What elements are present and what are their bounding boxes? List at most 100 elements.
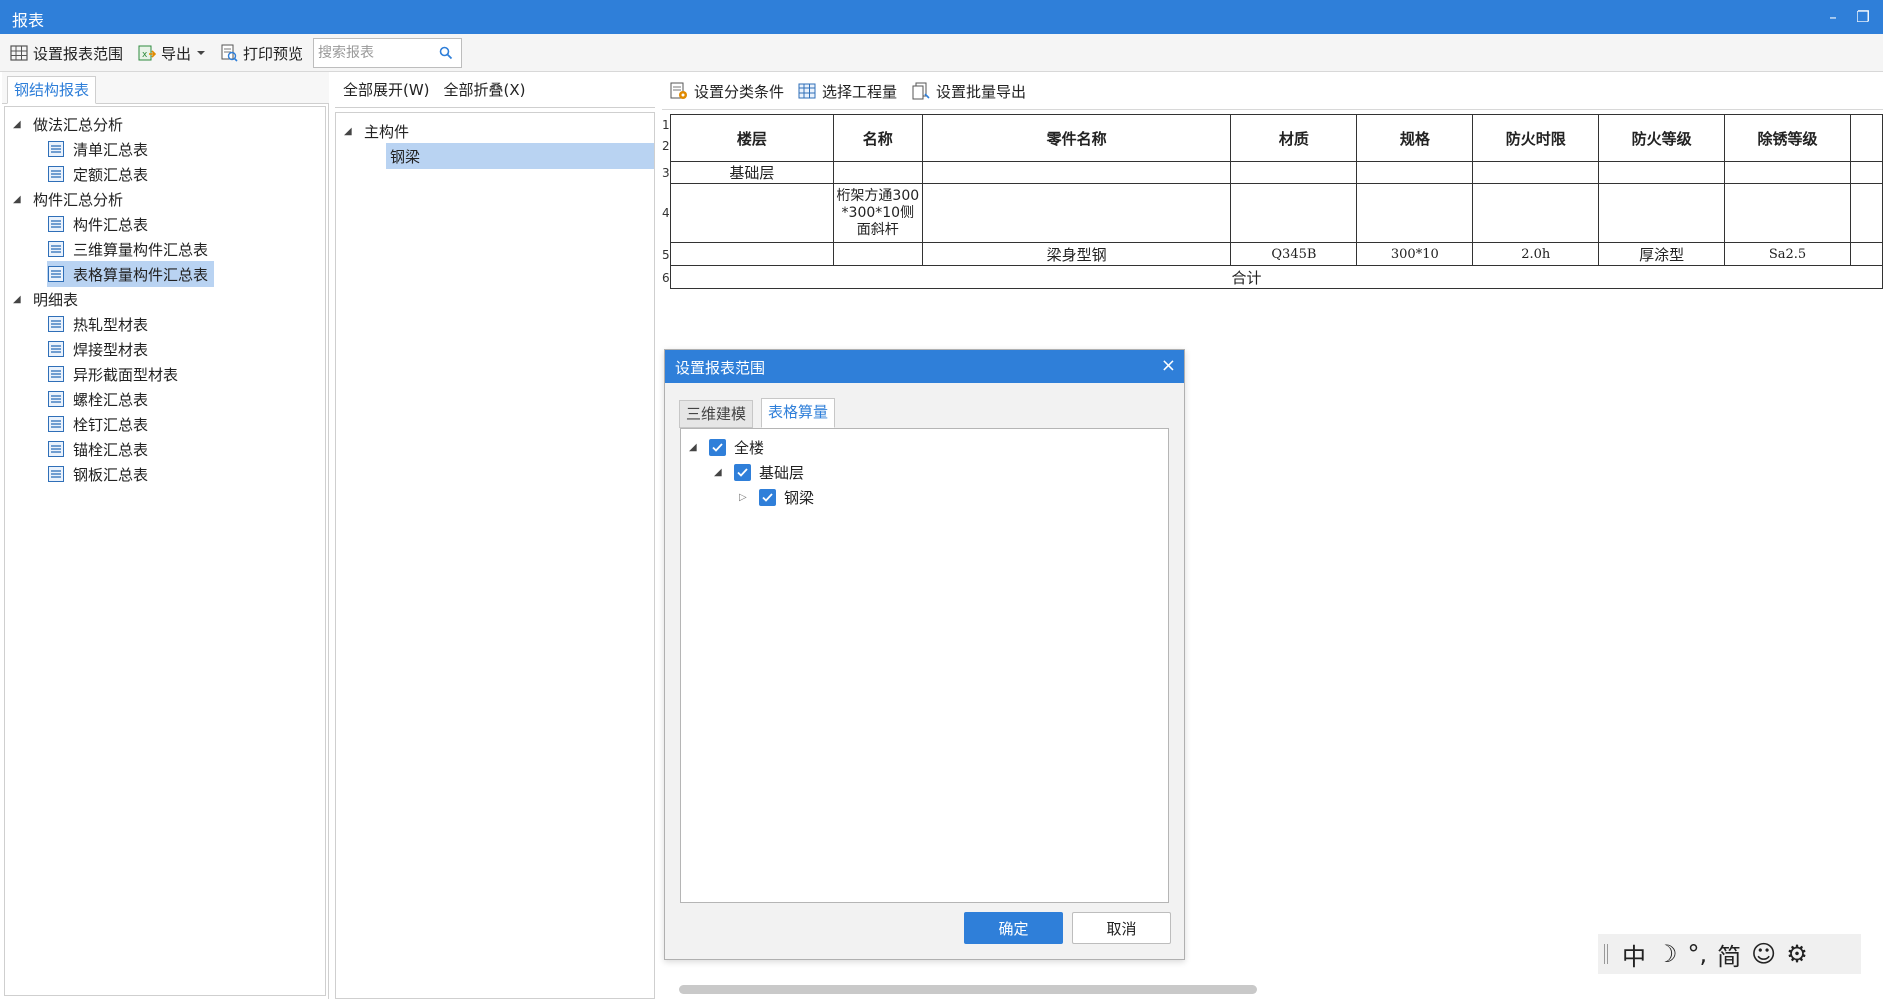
tree-item-anchor-summary[interactable]: 锚栓汇总表: [47, 436, 148, 462]
range-node-foundation[interactable]: ◢ 基础层: [714, 459, 804, 485]
range-node-whole-building[interactable]: ◢ 全楼: [689, 434, 764, 460]
cell-material[interactable]: Q345B: [1230, 242, 1358, 266]
ime-drag-handle[interactable]: [1604, 944, 1608, 964]
table-row: 基础层: [670, 161, 1883, 184]
cell[interactable]: [1356, 161, 1474, 184]
batch-export-button[interactable]: 设置批量导出: [912, 80, 1026, 102]
header-cell[interactable]: [1849, 114, 1883, 162]
tree-item-quota-summary[interactable]: 定额汇总表: [47, 161, 148, 187]
header-cell[interactable]: 规格: [1356, 114, 1474, 162]
restore-button[interactable]: ❐: [1850, 4, 1876, 30]
cell[interactable]: [1724, 183, 1851, 243]
expanded-caret-icon[interactable]: ◢: [689, 442, 699, 453]
tree-group-component-summary[interactable]: ◢ 构件汇总分析: [13, 186, 123, 212]
cell[interactable]: [670, 242, 834, 266]
header-cell[interactable]: 名称: [832, 114, 923, 162]
tree-node-label: 钢梁: [390, 147, 421, 166]
cell-fire-time[interactable]: 2.0h: [1472, 242, 1600, 266]
tree-item-3d-component-summary[interactable]: 三维算量构件汇总表: [47, 236, 208, 262]
ime-simplified-button[interactable]: 简: [1717, 937, 1741, 972]
header-cell[interactable]: 楼层: [670, 114, 834, 162]
tree-item-bill-summary[interactable]: 清单汇总表: [47, 136, 148, 162]
cell[interactable]: [1230, 161, 1358, 184]
select-quantity-button[interactable]: 选择工程量: [798, 80, 897, 102]
cell-floor[interactable]: 基础层: [670, 161, 834, 184]
minimize-button[interactable]: –: [1820, 4, 1846, 30]
tree-item-plate-summary[interactable]: 钢板汇总表: [47, 461, 148, 487]
ime-punctuation-button[interactable]: °,: [1688, 940, 1708, 968]
export-button[interactable]: x 导出: [138, 42, 206, 64]
expanded-caret-icon[interactable]: ◢: [344, 126, 354, 137]
search-icon[interactable]: [439, 46, 453, 60]
header-cell[interactable]: 零件名称: [921, 114, 1232, 162]
range-node-steel-beam[interactable]: ▷ 钢梁: [739, 484, 814, 510]
header-cell[interactable]: 防火时限: [1472, 114, 1600, 162]
ime-emoji-icon[interactable]: ☺: [1751, 940, 1776, 968]
tree-item-hot-rolled[interactable]: 热轧型材表: [47, 311, 148, 337]
set-category-button[interactable]: 设置分类条件: [670, 80, 784, 102]
tab-steel-structure-reports[interactable]: 钢结构报表: [7, 76, 97, 104]
tree-group-detail-tables[interactable]: ◢ 明细表: [13, 286, 78, 312]
cell[interactable]: [1849, 161, 1883, 184]
cell[interactable]: [1724, 161, 1851, 184]
tree-item-component-summary[interactable]: 构件汇总表: [47, 211, 148, 237]
set-report-range-button[interactable]: 设置报表范围: [10, 42, 123, 64]
cell[interactable]: [1356, 183, 1474, 243]
collapsed-caret-icon[interactable]: ▷: [739, 492, 749, 503]
cell[interactable]: [921, 183, 1232, 243]
header-cell[interactable]: 防火等级: [1598, 114, 1726, 162]
tree-item-stud-summary[interactable]: 栓钉汇总表: [47, 411, 148, 437]
horizontal-scrollbar[interactable]: [679, 985, 1257, 994]
tab-3d-modeling[interactable]: 三维建模: [679, 400, 754, 428]
checkbox-checked-icon[interactable]: [734, 463, 751, 481]
grid-table-icon: [798, 83, 816, 99]
close-icon[interactable]: ×: [1161, 355, 1176, 377]
tree-item-special-section[interactable]: 异形截面型材表: [47, 361, 178, 387]
cell[interactable]: [1849, 242, 1883, 266]
row-number: 6: [662, 271, 670, 285]
cell-rust-grade[interactable]: Sa2.5: [1724, 242, 1851, 266]
dropdown-arrow-icon[interactable]: [196, 49, 206, 57]
ime-chinese-mode-button[interactable]: 中: [1622, 937, 1646, 972]
checkbox-checked-icon[interactable]: [709, 438, 726, 456]
collapse-all-button[interactable]: 全部折叠(X): [444, 79, 526, 100]
cell[interactable]: [1598, 183, 1726, 243]
cell[interactable]: [1598, 161, 1726, 184]
expanded-caret-icon[interactable]: ◢: [714, 467, 724, 478]
expanded-caret-icon[interactable]: ◢: [13, 194, 23, 205]
cell-member-name[interactable]: 桁架方通300*300*10侧面斜杆: [832, 183, 923, 243]
ok-button[interactable]: 确定: [964, 912, 1063, 944]
cell[interactable]: [832, 161, 923, 184]
tree-item-bolt-summary[interactable]: 螺栓汇总表: [47, 386, 148, 412]
cell-fire-grade[interactable]: 厚涂型: [1598, 242, 1726, 266]
tree-group-method-summary[interactable]: ◢ 做法汇总分析: [13, 111, 123, 137]
expanded-caret-icon[interactable]: ◢: [13, 294, 23, 305]
header-cell[interactable]: 材质: [1230, 114, 1358, 162]
report-search-input[interactable]: [318, 43, 436, 63]
cancel-button[interactable]: 取消: [1072, 912, 1171, 944]
expanded-caret-icon[interactable]: ◢: [13, 119, 23, 130]
cell[interactable]: [1472, 161, 1600, 184]
cell[interactable]: [921, 161, 1232, 184]
tree-item-label: 构件汇总表: [73, 215, 149, 234]
cell[interactable]: [670, 183, 834, 243]
header-cell[interactable]: 除锈等级: [1724, 114, 1851, 162]
tree-item-table-component-summary[interactable]: 表格算量构件汇总表: [47, 261, 215, 287]
tab-table-quantity[interactable]: 表格算量: [761, 398, 836, 428]
cell-spec[interactable]: 300*10: [1356, 242, 1474, 266]
tree-node-steel-beam[interactable]: 钢梁: [386, 143, 654, 169]
cell[interactable]: [1472, 183, 1600, 243]
tree-node-main-component[interactable]: ◢ 主构件: [344, 118, 409, 144]
table-row: 桁架方通300*300*10侧面斜杆: [670, 183, 1883, 243]
cell[interactable]: [1849, 183, 1883, 243]
cell-part-name[interactable]: 梁身型钢: [921, 242, 1232, 266]
cell[interactable]: [832, 242, 923, 266]
expand-all-button[interactable]: 全部展开(W): [343, 79, 430, 100]
ime-settings-icon[interactable]: ⚙: [1786, 940, 1808, 968]
cell-total[interactable]: 合计: [670, 265, 1883, 289]
tree-item-welded[interactable]: 焊接型材表: [47, 336, 148, 362]
ime-moon-icon[interactable]: ☽: [1656, 940, 1678, 968]
cell[interactable]: [1230, 183, 1358, 243]
checkbox-checked-icon[interactable]: [759, 488, 776, 506]
print-preview-button[interactable]: 打印预览: [220, 42, 303, 64]
